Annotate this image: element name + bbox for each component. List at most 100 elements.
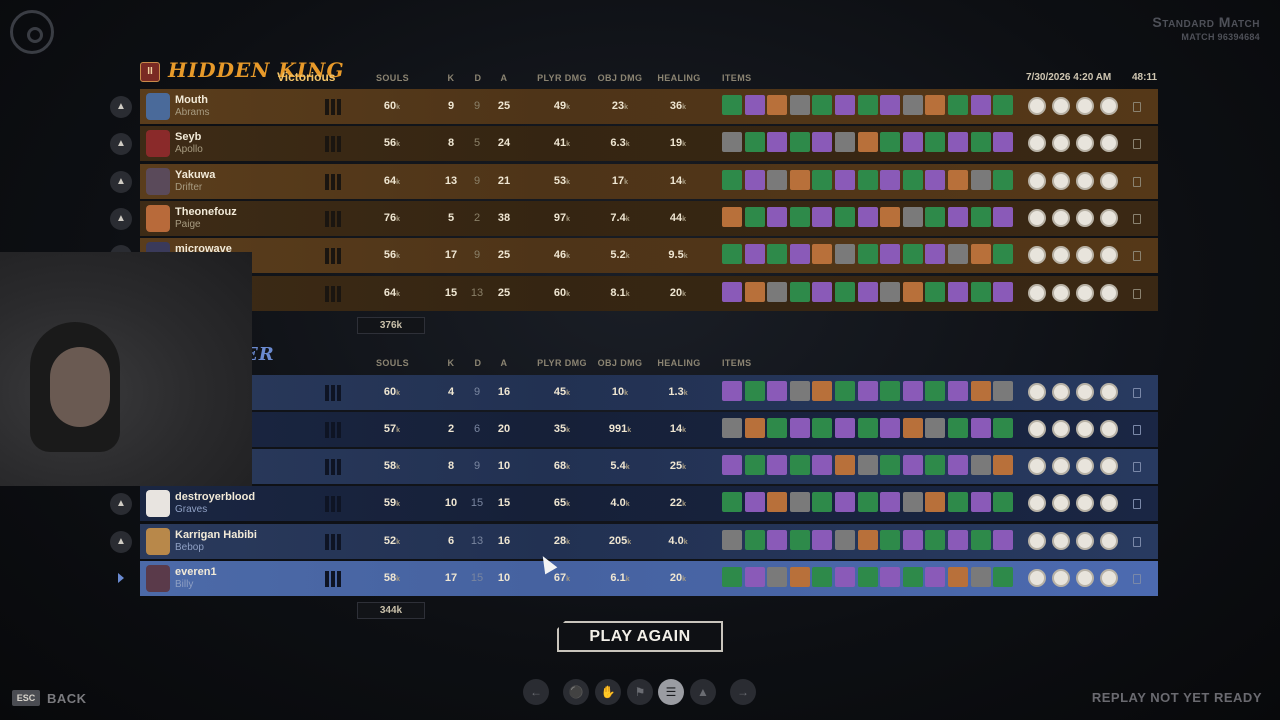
item-slot-icon[interactable]: [834, 529, 855, 550]
item-slot-icon[interactable]: [857, 169, 878, 190]
item-slot-icon[interactable]: [812, 455, 833, 476]
item-slot-icon[interactable]: [902, 567, 923, 587]
item-slot-icon[interactable]: [744, 567, 765, 587]
item-slot-icon[interactable]: [789, 455, 810, 476]
item-slot-icon[interactable]: [834, 380, 855, 401]
item-slot-icon[interactable]: [722, 132, 742, 153]
item-slot-icon[interactable]: [880, 567, 901, 587]
item-slot-icon[interactable]: [857, 380, 878, 401]
item-slot-icon[interactable]: [970, 492, 991, 513]
commend-thumbs-up-icon[interactable]: ▲: [110, 530, 132, 553]
item-slot-icon[interactable]: [902, 417, 923, 438]
item-slot-icon[interactable]: [722, 281, 742, 302]
item-slot-icon[interactable]: [789, 567, 810, 587]
item-slot-icon[interactable]: [857, 492, 878, 513]
item-slot-icon[interactable]: [789, 380, 810, 401]
copy-build-icon[interactable]: [1133, 213, 1141, 224]
item-slot-icon[interactable]: [993, 169, 1014, 190]
back-button[interactable]: BACK: [47, 691, 87, 706]
item-slot-icon[interactable]: [925, 567, 946, 587]
item-slot-icon[interactable]: [789, 281, 810, 302]
item-slot-icon[interactable]: [789, 95, 810, 115]
item-slot-icon[interactable]: [722, 169, 742, 190]
item-slot-icon[interactable]: [857, 206, 878, 227]
item-slot-icon[interactable]: [744, 206, 765, 227]
item-slot-icon[interactable]: [834, 281, 855, 302]
item-slot-icon[interactable]: [947, 529, 968, 550]
graph-icon[interactable]: ▲: [690, 679, 716, 705]
item-slot-icon[interactable]: [947, 244, 968, 265]
item-slot-icon[interactable]: [902, 244, 923, 265]
prev-arrow-icon[interactable]: ←: [523, 679, 549, 705]
item-slot-icon[interactable]: [767, 567, 788, 587]
item-slot-icon[interactable]: [744, 417, 765, 438]
item-slot-icon[interactable]: [880, 132, 901, 153]
item-slot-icon[interactable]: [812, 281, 833, 302]
item-slot-icon[interactable]: [880, 95, 901, 115]
commend-thumbs-up-icon[interactable]: ▲: [110, 96, 132, 118]
item-slot-icon[interactable]: [789, 417, 810, 438]
item-slot-icon[interactable]: [744, 380, 765, 401]
item-slot-icon[interactable]: [744, 244, 765, 265]
item-slot-icon[interactable]: [993, 567, 1014, 587]
player-row[interactable]: 60k 4 9 16 45k 10k 1.3k: [140, 374, 1158, 410]
commend-thumbs-up-icon[interactable]: ▲: [110, 170, 132, 193]
item-slot-icon[interactable]: [789, 244, 810, 265]
item-slot-icon[interactable]: [993, 417, 1014, 438]
item-slot-icon[interactable]: [722, 455, 742, 476]
item-slot-icon[interactable]: [744, 529, 765, 550]
item-slot-icon[interactable]: [812, 169, 833, 190]
item-slot-icon[interactable]: [744, 455, 765, 476]
copy-build-icon[interactable]: [1133, 462, 1141, 473]
item-slot-icon[interactable]: [993, 132, 1014, 153]
item-slot-icon[interactable]: [722, 380, 742, 401]
player-row[interactable]: Theonefouz Paige 76k 5 2 38 97k 7.4k 44k: [140, 200, 1158, 236]
item-slot-icon[interactable]: [812, 206, 833, 227]
item-slot-icon[interactable]: [925, 455, 946, 476]
item-slot-icon[interactable]: [993, 244, 1014, 265]
item-slot-icon[interactable]: [857, 455, 878, 476]
commend-thumbs-up-icon[interactable]: ▲: [110, 133, 132, 156]
item-slot-icon[interactable]: [947, 95, 968, 115]
item-slot-icon[interactable]: [767, 95, 788, 115]
copy-build-icon[interactable]: [1133, 499, 1141, 510]
scoreboard-list-icon[interactable]: ☰: [658, 679, 684, 705]
item-slot-icon[interactable]: [789, 492, 810, 513]
copy-build-icon[interactable]: [1133, 176, 1141, 187]
item-slot-icon[interactable]: [722, 95, 742, 115]
item-slot-icon[interactable]: [857, 132, 878, 153]
item-slot-icon[interactable]: [925, 95, 946, 115]
item-slot-icon[interactable]: [925, 529, 946, 550]
item-slot-icon[interactable]: [970, 380, 991, 401]
item-slot-icon[interactable]: [925, 380, 946, 401]
item-slot-icon[interactable]: [970, 132, 991, 153]
copy-build-icon[interactable]: [1133, 387, 1141, 398]
item-slot-icon[interactable]: [722, 567, 742, 587]
item-slot-icon[interactable]: [834, 567, 855, 587]
copy-build-icon[interactable]: [1133, 251, 1141, 262]
hand-icon[interactable]: ✋: [595, 679, 621, 705]
item-slot-icon[interactable]: [857, 281, 878, 302]
item-slot-icon[interactable]: [857, 417, 878, 438]
item-slot-icon[interactable]: [722, 206, 742, 227]
next-arrow-icon[interactable]: →: [730, 679, 756, 705]
item-slot-icon[interactable]: [902, 169, 923, 190]
copy-build-icon[interactable]: [1133, 102, 1141, 112]
copy-build-icon[interactable]: [1133, 139, 1141, 150]
player-row[interactable]: Yakuwa Drifter 64k 13 9 21 53k 17k 14k: [140, 163, 1158, 199]
item-slot-icon[interactable]: [970, 567, 991, 587]
item-slot-icon[interactable]: [767, 244, 788, 265]
item-slot-icon[interactable]: [880, 529, 901, 550]
item-slot-icon[interactable]: [902, 455, 923, 476]
item-slot-icon[interactable]: [789, 529, 810, 550]
item-slot-icon[interactable]: [970, 281, 991, 302]
item-slot-icon[interactable]: [744, 95, 765, 115]
item-slot-icon[interactable]: [925, 169, 946, 190]
item-slot-icon[interactable]: [767, 529, 788, 550]
item-slot-icon[interactable]: [993, 281, 1014, 302]
item-slot-icon[interactable]: [767, 132, 788, 153]
item-slot-icon[interactable]: [925, 281, 946, 302]
item-slot-icon[interactable]: [812, 417, 833, 438]
item-slot-icon[interactable]: [902, 281, 923, 302]
item-slot-icon[interactable]: [812, 380, 833, 401]
